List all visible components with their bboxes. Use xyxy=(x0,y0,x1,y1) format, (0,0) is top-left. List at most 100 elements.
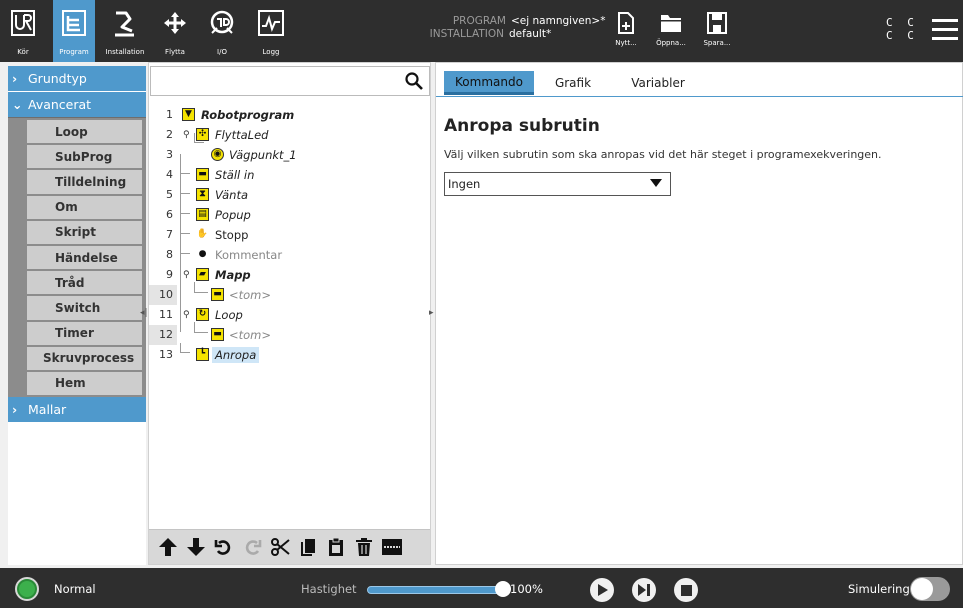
palette-item-handelse[interactable]: Händelse xyxy=(27,245,142,272)
tree-node-robotprogram[interactable]: 1 ▼ Robotprogram xyxy=(149,105,432,125)
dropdown-value: Ingen xyxy=(448,177,481,191)
play-button[interactable] xyxy=(590,578,614,602)
speed-slider-handle[interactable] xyxy=(495,581,511,597)
cut-icon[interactable] xyxy=(267,534,293,560)
chevron-right-icon: › xyxy=(12,402,18,418)
tree-search-field[interactable] xyxy=(150,66,430,96)
page-title: Anropa subrutin xyxy=(444,116,600,136)
call-icon: ┗ xyxy=(196,348,209,362)
io-icon xyxy=(208,7,236,39)
move-arrows-icon xyxy=(162,7,188,39)
program-node-palette: › Grundtyp ⌄ Avancerat Loop SubProg Till… xyxy=(8,66,146,565)
undo-icon[interactable] xyxy=(211,534,237,560)
palette-item-loop[interactable]: Loop xyxy=(27,120,142,146)
panel-resize-handle[interactable]: ▸ xyxy=(429,308,434,318)
category-avancerat[interactable]: ⌄ Avancerat xyxy=(8,92,146,117)
nav-installation-button[interactable]: Installation xyxy=(100,0,150,62)
line-number: 13 xyxy=(159,348,173,362)
hamburger-menu-icon[interactable] xyxy=(932,19,958,41)
new-button[interactable]: Nytt... xyxy=(605,12,647,47)
node-label: <tom> xyxy=(229,287,272,302)
tree-node-tom[interactable]: 12 ▬ <tom> xyxy=(149,325,432,345)
palette-item-skript[interactable]: Skript xyxy=(27,220,142,246)
category-label: Grundtyp xyxy=(28,71,87,86)
set-icon: ▬ xyxy=(196,168,209,182)
stop-button[interactable] xyxy=(674,578,698,602)
tab-grafik[interactable]: Grafik xyxy=(534,71,612,95)
palette-item-trad[interactable]: Tråd xyxy=(27,271,142,297)
palette-item-hem[interactable]: Hem xyxy=(27,371,142,398)
robot-status-indicator[interactable] xyxy=(15,577,39,601)
speed-slider[interactable] xyxy=(367,586,503,594)
step-button[interactable] xyxy=(632,578,656,602)
tab-variabler[interactable]: Variabler xyxy=(612,71,704,95)
node-label: Popup xyxy=(215,207,251,222)
tree-node-tom[interactable]: 10 ▬ <tom> xyxy=(149,285,432,305)
tree-node-mapp[interactable]: 9 ⚲ ▰ Mapp xyxy=(149,265,432,285)
tree-toolbar xyxy=(149,529,430,564)
robot-arm-icon xyxy=(112,7,138,39)
play-icon xyxy=(598,584,608,596)
nav-flytta-button[interactable]: Flytta xyxy=(155,0,195,62)
palette-item-timer[interactable]: Timer xyxy=(27,321,142,347)
node-detail-panel: Kommando Grafik Variabler Anropa subruti… xyxy=(435,62,963,565)
node-label: FlyttaLed xyxy=(215,127,269,142)
robot-status-text: Normal xyxy=(54,582,96,596)
nav-installation-label: Installation xyxy=(105,48,145,56)
tree-node-loop[interactable]: 11 ⚲ ↻ Loop xyxy=(149,305,432,325)
tree-node-anropa[interactable]: 13 ┗ Anropa xyxy=(149,345,432,365)
palette-item-switch[interactable]: Switch xyxy=(27,296,142,322)
tree-node-flyttaled[interactable]: 2 ⚲ ✣ FlyttaLed xyxy=(149,125,432,145)
program-tree-panel: 1 ▼ Robotprogram 2 ⚲ ✣ FlyttaLed 3 ◉ Väg… xyxy=(148,62,431,565)
collapse-palette-handle[interactable]: ◂| xyxy=(140,308,148,318)
nav-kor-button[interactable]: Kör xyxy=(4,0,42,62)
tree-node-popup[interactable]: 6 ▤ Popup xyxy=(149,205,432,225)
tree-node-vanta[interactable]: 5 ⧗ Vänta xyxy=(149,185,432,205)
expand-pin-icon[interactable]: ⚲ xyxy=(183,130,190,140)
move-up-icon[interactable] xyxy=(155,534,181,560)
line-number: 3 xyxy=(166,148,173,162)
waypoint-icon: ◉ xyxy=(211,148,224,162)
category-label: Avancerat xyxy=(28,97,92,112)
nav-flytta-label: Flytta xyxy=(165,48,185,56)
palette-item-om[interactable]: Om xyxy=(27,195,142,221)
line-number: 9 xyxy=(166,268,173,282)
nav-logg-button[interactable]: Logg xyxy=(250,0,292,62)
delete-icon[interactable] xyxy=(351,534,377,560)
tab-kommando[interactable]: Kommando xyxy=(444,71,534,95)
expand-pin-icon[interactable]: ⚲ xyxy=(183,310,190,320)
expand-pin-icon[interactable]: ⚲ xyxy=(183,270,190,280)
palette-item-tilldelning[interactable]: Tilldelning xyxy=(27,170,142,196)
palette-item-subprog[interactable]: SubProg xyxy=(27,145,142,171)
save-button[interactable]: Spara... xyxy=(696,12,738,47)
tree-node-stopp[interactable]: 7 ✋ Stopp xyxy=(149,225,432,245)
move-down-icon[interactable] xyxy=(183,534,209,560)
subroutine-dropdown[interactable]: Ingen xyxy=(444,172,671,196)
tab-underline xyxy=(436,96,963,97)
open-button[interactable]: Öppna... xyxy=(650,12,692,47)
tree-node-kommentar[interactable]: 8 ● Kommentar xyxy=(149,245,432,265)
simulation-label: Simulering xyxy=(848,582,910,596)
comment-icon: ● xyxy=(196,248,209,262)
nav-io-button[interactable]: I/O xyxy=(202,0,242,62)
search-icon[interactable] xyxy=(405,72,423,90)
tree-node-vagpunkt[interactable]: 3 ◉ Vägpunkt_1 xyxy=(149,145,432,165)
suppress-icon[interactable] xyxy=(379,534,405,560)
simulation-toggle[interactable] xyxy=(910,577,950,601)
stop-icon xyxy=(680,584,692,596)
tree-node-stall-in[interactable]: 4 ▬ Ställ in xyxy=(149,165,432,185)
node-label: Vänta xyxy=(215,187,249,202)
redo-icon[interactable] xyxy=(239,534,265,560)
category-grundtyp[interactable]: › Grundtyp xyxy=(8,66,146,91)
node-label: Vägpunkt_1 xyxy=(229,147,297,162)
nav-program-button[interactable]: Program xyxy=(53,0,95,62)
program-root-icon: ▼ xyxy=(182,108,195,122)
detail-tabs: Kommando Grafik Variabler xyxy=(444,71,704,95)
paste-icon[interactable] xyxy=(323,534,349,560)
line-number: 11 xyxy=(159,308,173,322)
copy-icon[interactable] xyxy=(295,534,321,560)
palette-item-skruvprocess[interactable]: Skruvprocess xyxy=(27,346,142,372)
save-icon xyxy=(707,12,727,34)
line-number: 8 xyxy=(166,248,173,262)
category-mallar[interactable]: › Mallar xyxy=(8,397,146,423)
